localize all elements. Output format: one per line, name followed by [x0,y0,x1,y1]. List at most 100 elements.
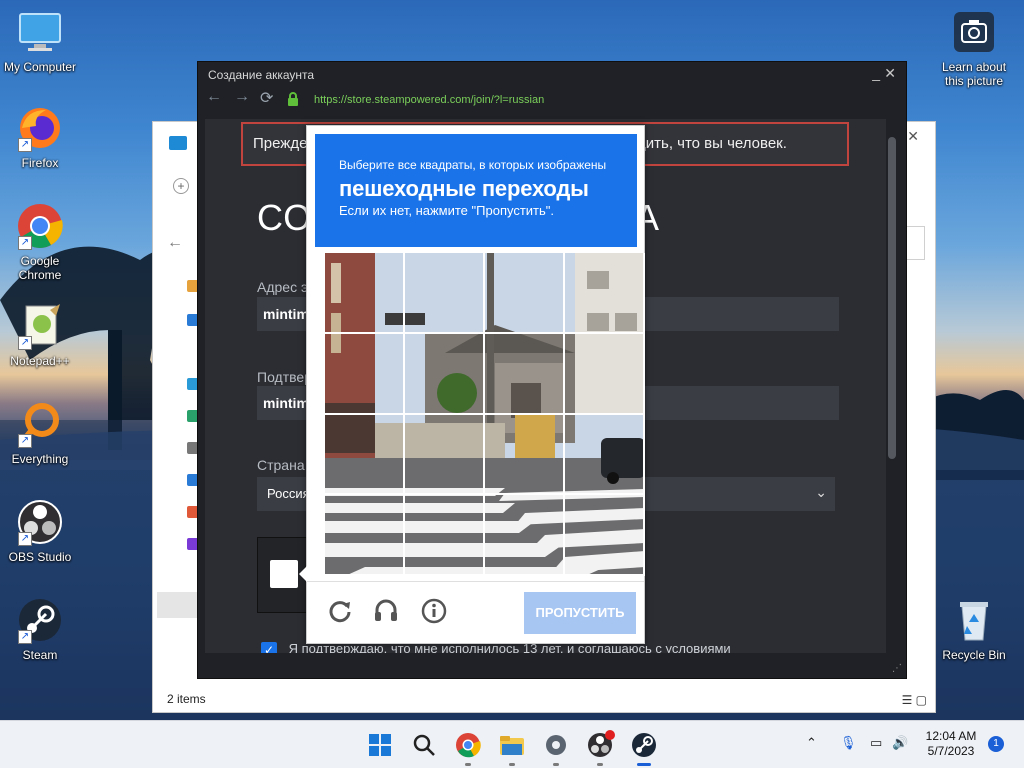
windows-start-icon[interactable] [364,729,396,761]
desktop-icon-label: Everything [11,452,69,466]
vertical-scrollbar[interactable] [886,119,900,653]
email-label: Адрес э [257,279,309,295]
audio-challenge-icon[interactable] [371,596,401,626]
challenge-instruction: Выберите все квадраты, в которых изображ… [339,158,607,172]
reload-icon[interactable] [325,596,355,626]
info-icon[interactable] [419,596,449,626]
challenge-tile[interactable] [325,495,405,576]
window-titlebar[interactable]: Создание аккаунта _ ✕ [198,62,906,88]
chevron-up-icon[interactable]: ⌃ [806,735,817,751]
desktop-icon-label: Firefox [21,156,59,170]
desktop-icon-learn-about-picture[interactable]: Learn about this picture [934,8,1014,88]
desktop-icon-notepadpp[interactable]: ↗ Notepad++ [0,302,80,368]
close-icon[interactable]: ✕ [907,128,919,145]
lock-icon [288,92,298,106]
settings-icon[interactable] [540,729,572,766]
challenge-tile[interactable] [405,253,485,334]
obs-icon[interactable] [584,729,616,766]
challenge-tile[interactable] [565,253,645,334]
page-title: СО [257,197,313,238]
recaptcha-challenge-popup[interactable]: Выберите все квадраты, в которых изображ… [299,125,645,644]
running-indicator [553,763,559,766]
desktop-icon-firefox[interactable]: ↗ Firefox [0,104,80,170]
desktop-icon-my-computer[interactable]: My Computer [0,8,80,74]
steam-icon: ↗ [16,596,64,644]
nav-item-this-pc[interactable] [157,592,201,618]
search-icon[interactable] [408,729,440,761]
challenge-tile[interactable] [325,253,405,334]
reload-icon[interactable]: ⟳ [260,88,273,108]
explorer-tab-icon[interactable] [169,136,187,150]
file-explorer-icon[interactable] [496,729,528,766]
running-indicator [637,763,651,766]
close-button[interactable]: ✕ [884,65,896,82]
desktop-icon-label: OBS Studio [8,550,72,564]
shortcut-arrow-icon: ↗ [18,532,32,546]
system-clock[interactable]: 12:04 AM 5/7/2023 [918,729,984,759]
window-title: Создание аккаунта [208,68,315,82]
view-toggle-icons[interactable]: ☰ ▢ [902,693,927,707]
challenge-tile[interactable] [325,333,405,415]
challenge-tile[interactable] [485,253,565,334]
challenge-tile[interactable] [565,333,645,415]
taskbar: ⌃ 🎙 ▭ 🔊 12:04 AM 5/7/2023 1 [0,720,1024,768]
desktop-icon-everything[interactable]: ↗ Everything [0,400,80,466]
notification-badge[interactable]: 1 [988,736,1004,752]
minimize-button[interactable]: _ [872,65,880,81]
skip-button[interactable]: ПРОПУСТИТЬ [524,592,636,634]
challenge-tile[interactable] [485,495,565,576]
network-icon[interactable]: ▭ [870,735,882,751]
microphone-icon[interactable]: 🎙 [840,735,857,751]
shortcut-arrow-icon: ↗ [18,336,32,350]
horizontal-scrollbar[interactable] [205,654,886,662]
everything-icon: ↗ [16,400,64,448]
challenge-tile[interactable] [485,333,565,415]
challenge-tile[interactable] [325,414,405,496]
footer-divider [307,581,644,582]
challenge-tile-grid[interactable] [325,253,645,576]
challenge-tile[interactable] [485,414,565,496]
desktop-icon-google-chrome[interactable]: ↗ Google Chrome [0,202,80,282]
desktop-icon-steam[interactable]: ↗ Steam [0,596,80,662]
url-bar[interactable]: ← → ⟳ https://store.steampowered.com/joi… [198,88,906,112]
scrollbar-thumb[interactable] [888,137,896,459]
shortcut-arrow-icon: ↗ [18,236,32,250]
challenge-tile[interactable] [565,495,645,576]
popup-pointer [299,566,307,582]
challenge-tile[interactable] [405,333,485,415]
desktop-icon-recycle-bin[interactable]: Recycle Bin [934,596,1014,662]
challenge-tile[interactable] [405,414,485,496]
page-url[interactable]: https://store.steampowered.com/join/?l=r… [314,94,544,106]
new-tab-button[interactable]: + [173,178,189,194]
back-arrow-icon[interactable]: ← [206,88,222,106]
chrome-icon[interactable] [452,729,484,766]
firefox-icon: ↗ [16,104,64,152]
desktop-icon-label: Recycle Bin [942,648,1006,662]
shortcut-arrow-icon: ↗ [18,434,32,448]
notepadpp-icon: ↗ [16,302,64,350]
challenge-image-grid[interactable] [325,253,645,576]
checkmark-icon[interactable]: ✓ [261,641,277,653]
chrome-icon: ↗ [16,202,64,250]
desktop-icon-label: Google Chrome [18,254,62,282]
recaptcha-checkbox[interactable] [270,560,298,588]
forward-arrow-icon[interactable]: → [234,88,250,106]
steam-icon[interactable] [628,729,660,766]
shortcut-arrow-icon: ↗ [18,630,32,644]
computer-icon [16,8,64,56]
challenge-tile[interactable] [565,414,645,496]
camera-icon [950,8,998,56]
resize-grip-icon[interactable]: ⋰ [892,663,902,674]
desktop-icon-obs-studio[interactable]: ↗ OBS Studio [0,498,80,564]
running-indicator [509,763,515,766]
recycle-bin-icon [950,596,998,644]
clock-time: 12:04 AM [925,729,977,743]
running-indicator [597,763,603,766]
back-arrow-icon[interactable]: ← [167,234,183,252]
desktop-icon-label: My Computer [3,60,77,74]
warning-text-end: рдить, что вы человек. [629,135,787,152]
country-label: Страна [257,457,305,473]
volume-icon[interactable]: 🔊 [892,735,908,751]
challenge-note: Если их нет, нажмите "Пропустить". [339,203,555,218]
challenge-tile[interactable] [405,495,485,576]
